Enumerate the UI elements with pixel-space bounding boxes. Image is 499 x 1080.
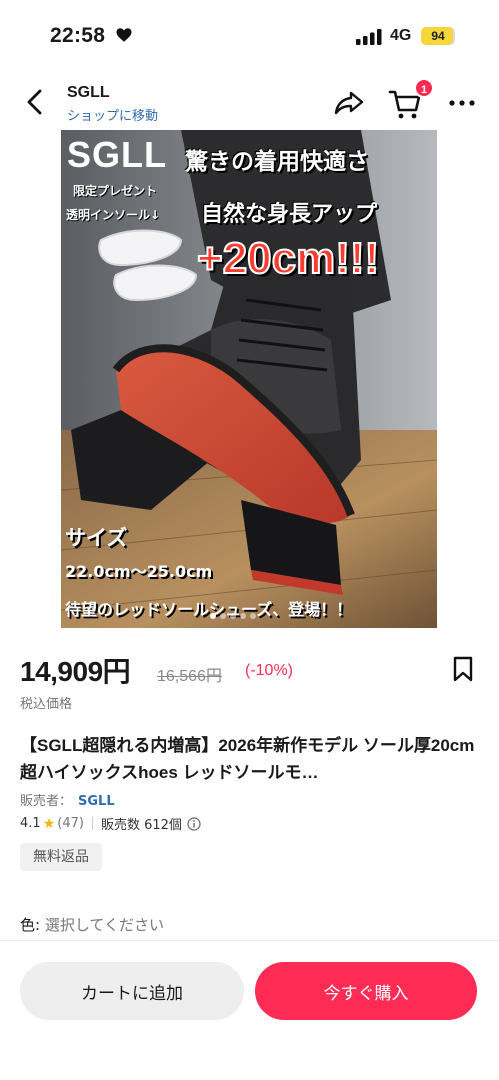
- image-height-claim: 自然な身長アップ: [201, 202, 378, 227]
- shop-name[interactable]: SGLL: [67, 84, 110, 102]
- shop-header: SGLL ショップに移動 1: [0, 78, 499, 128]
- image-gift-line1: 限定プレゼント: [73, 184, 158, 198]
- color-label: 色:: [20, 916, 41, 934]
- star-icon: ★: [42, 815, 56, 832]
- more-options-icon[interactable]: [446, 92, 478, 114]
- status-bar: 22:58 4G 94: [0, 0, 499, 70]
- section-divider: [0, 940, 499, 941]
- sold-count: 販売数 612個: [100, 818, 182, 833]
- current-price: 14,909円: [20, 656, 131, 687]
- carousel-dots: [210, 613, 256, 619]
- share-icon[interactable]: [333, 89, 365, 117]
- buy-now-button[interactable]: 今すぐ購入: [255, 962, 477, 1020]
- color-selector[interactable]: 色: 選択してください: [20, 914, 164, 935]
- rating-value: 4.1: [20, 816, 41, 831]
- add-to-cart-button[interactable]: カートに追加: [20, 962, 244, 1020]
- image-size-range: 22.0cm～25.0cm: [65, 562, 213, 581]
- back-arrow-icon[interactable]: [24, 88, 46, 116]
- review-count[interactable]: (47): [57, 816, 84, 831]
- rating-row: 4.1 ★ (47) 販売数 612個: [20, 814, 201, 833]
- seller-label: 販売者：: [20, 794, 73, 809]
- tax-note: 税込価格: [20, 697, 73, 712]
- free-return-badge: 無料返品: [20, 843, 102, 871]
- color-placeholder: 選択してください: [44, 916, 164, 934]
- battery-level: 94: [431, 29, 445, 43]
- image-height-value: +20cm!!!: [196, 233, 380, 284]
- image-brand-logo: SGLL: [67, 134, 167, 175]
- bookmark-icon[interactable]: [452, 656, 474, 682]
- network-type: 4G: [390, 27, 412, 44]
- image-size-label: サイズ: [65, 525, 128, 550]
- heart-icon: [116, 28, 132, 42]
- image-headline: 驚きの着用快適さ: [185, 149, 369, 175]
- divider: [91, 817, 93, 830]
- original-price: 16,566円: [157, 668, 222, 685]
- cart-count-badge: 1: [414, 78, 434, 98]
- status-time: 22:58: [50, 24, 106, 47]
- seller-name[interactable]: SGLL: [78, 794, 115, 809]
- image-gift-line2: 透明インソール↓: [66, 208, 161, 222]
- product-image[interactable]: SGLL 驚きの着用快適さ 限定プレゼント 透明インソール↓ 自然な身長アップ …: [61, 130, 437, 628]
- product-title: 【SGLL超隠れる内増高】2026年新作モデル ソール厚20cm 超ハイソックス…: [20, 736, 475, 782]
- seller-row: 販売者： SGLL: [20, 790, 115, 809]
- discount-badge: (-10%): [245, 662, 294, 679]
- shop-link[interactable]: ショップに移動: [67, 105, 158, 124]
- signal-icon: [356, 29, 382, 45]
- info-icon[interactable]: [187, 816, 201, 831]
- battery-icon: 94: [421, 27, 455, 45]
